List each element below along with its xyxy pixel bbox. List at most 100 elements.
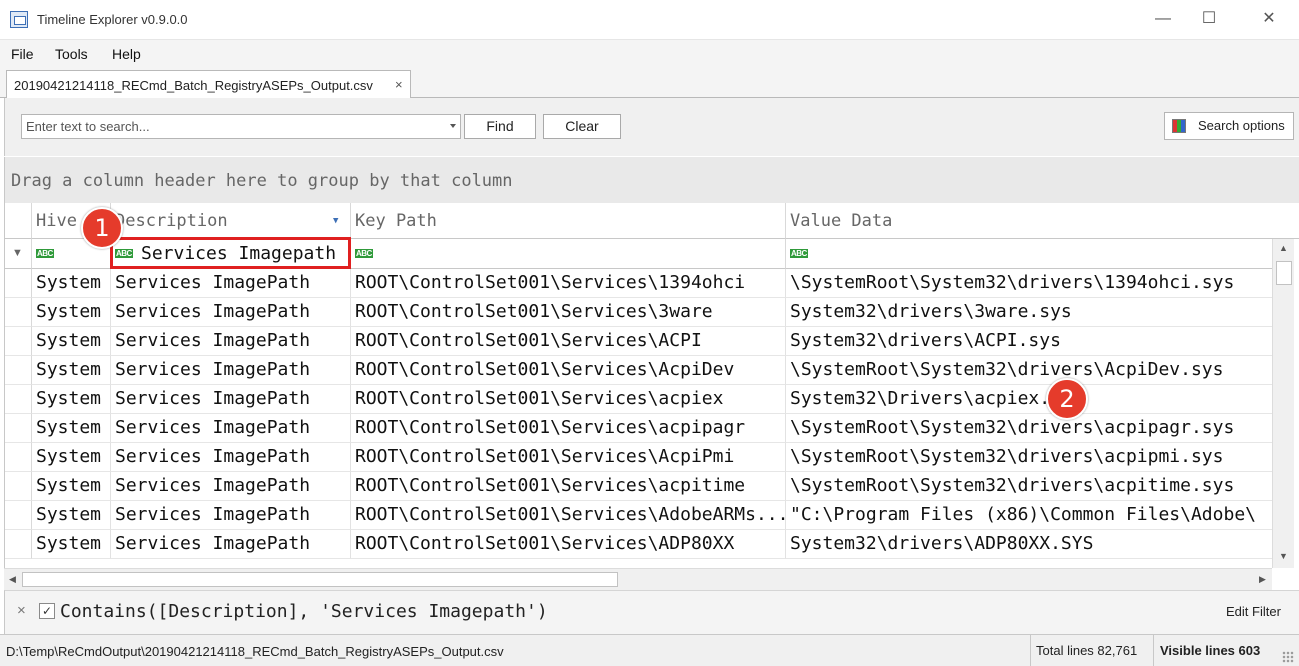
cell-value-data[interactable]: System32\drivers\ACPI.sys — [786, 327, 1275, 356]
horizontal-scrollbar[interactable]: ◀ ▶ — [4, 568, 1272, 590]
cell-description[interactable]: Services ImagePath — [111, 530, 351, 559]
close-window-button[interactable]: ✕ — [1246, 0, 1292, 40]
find-button[interactable]: Find — [464, 114, 536, 139]
edit-filter-button[interactable]: Edit Filter — [1226, 604, 1281, 619]
cell-value-data[interactable]: System32\drivers\3ware.sys — [786, 298, 1275, 327]
cell-hive[interactable]: System — [32, 385, 111, 414]
column-header-description[interactable]: Description ▼ — [111, 203, 351, 239]
cell-key-path[interactable]: ROOT\ControlSet001\Services\3ware — [351, 298, 786, 327]
group-by-panel[interactable]: Drag a column header here to group by th… — [4, 157, 1299, 203]
row-indicator[interactable] — [5, 327, 32, 356]
maximize-button[interactable]: ☐ — [1186, 0, 1232, 40]
menu-help[interactable]: Help — [112, 46, 141, 62]
cell-description[interactable]: Services ImagePath — [111, 269, 351, 298]
filter-cell-key-path[interactable]: ABC — [351, 239, 786, 269]
search-box[interactable] — [21, 114, 461, 139]
cell-value-data[interactable]: \SystemRoot\System32\drivers\AcpiDev.sys — [786, 356, 1275, 385]
cell-key-path[interactable]: ROOT\ControlSet001\Services\AcpiDev — [351, 356, 786, 385]
row-indicator[interactable] — [5, 530, 32, 559]
cell-hive[interactable]: System — [32, 356, 111, 385]
vertical-scrollbar[interactable]: ▲ ▼ — [1272, 239, 1294, 568]
scroll-left-icon[interactable]: ◀ — [9, 574, 16, 585]
column-header-description-label: Description — [115, 211, 228, 231]
cell-description[interactable]: Services ImagePath — [111, 327, 351, 356]
cell-key-path[interactable]: ROOT\ControlSet001\Services\1394ohci — [351, 269, 786, 298]
menu-bar: File Tools Help — [0, 40, 1299, 68]
column-header-value-data[interactable]: Value Data — [786, 203, 1299, 239]
cell-description[interactable]: Services ImagePath — [111, 414, 351, 443]
status-total-lines: Total lines 82,761 — [1030, 635, 1153, 666]
filter-expression[interactable]: Contains([Description], 'Services Imagep… — [60, 601, 548, 622]
cell-value-data[interactable]: \SystemRoot\System32\drivers\acpipmi.sys — [786, 443, 1275, 472]
cell-key-path[interactable]: ROOT\ControlSet001\Services\AdobeARMs... — [351, 501, 786, 530]
cell-key-path[interactable]: ROOT\ControlSet001\Services\ADP80XX — [351, 530, 786, 559]
filter-enabled-checkbox[interactable]: ✓ — [39, 603, 55, 619]
cell-key-path[interactable]: ROOT\ControlSet001\Services\acpitime — [351, 472, 786, 501]
cell-description[interactable]: Services ImagePath — [111, 356, 351, 385]
row-indicator[interactable] — [5, 385, 32, 414]
row-indicator[interactable] — [5, 298, 32, 327]
scroll-down-icon[interactable]: ▼ — [1279, 551, 1288, 561]
row-indicator[interactable] — [5, 472, 32, 501]
filter-active-icon[interactable]: ▼ — [333, 203, 338, 238]
window-title: Timeline Explorer v0.9.0.0 — [37, 12, 188, 27]
cell-description[interactable]: Services ImagePath — [111, 501, 351, 530]
cell-hive[interactable]: System — [32, 414, 111, 443]
filter-cell-value-data[interactable]: ABC — [786, 239, 1275, 269]
search-options-label: Search options — [1198, 118, 1285, 133]
cell-hive[interactable]: System — [32, 472, 111, 501]
menu-file[interactable]: File — [11, 46, 34, 62]
row-indicator[interactable] — [5, 269, 32, 298]
cell-hive[interactable]: System — [32, 501, 111, 530]
filter-funnel-icon: ▼ — [12, 247, 23, 259]
text-filter-icon: ABC — [790, 249, 808, 258]
search-dropdown-icon[interactable] — [450, 124, 456, 128]
cell-value-data[interactable]: System32\drivers\ADP80XX.SYS — [786, 530, 1275, 559]
tab-label: 20190421214118_RECmd_Batch_RegistryASEPs… — [14, 78, 373, 93]
cell-description[interactable]: Services ImagePath — [111, 385, 351, 414]
tab-close-icon[interactable]: × — [395, 77, 403, 92]
cell-description[interactable]: Services ImagePath — [111, 472, 351, 501]
tab-strip: 20190421214118_RECmd_Batch_RegistryASEPs… — [0, 68, 1299, 99]
cell-key-path[interactable]: ROOT\ControlSet001\Services\acpiex — [351, 385, 786, 414]
cell-hive[interactable]: System — [32, 327, 111, 356]
filter-panel: × ✓ Contains([Description], 'Services Im… — [4, 590, 1299, 634]
text-filter-icon: ABC — [355, 249, 373, 258]
status-visible-lines: Visible lines 603 — [1153, 635, 1277, 666]
cell-description[interactable]: Services ImagePath — [111, 443, 351, 472]
resize-grip-icon[interactable] — [1282, 651, 1294, 663]
cell-value-data[interactable]: \SystemRoot\System32\drivers\1394ohci.sy… — [786, 269, 1275, 298]
search-input[interactable] — [22, 115, 442, 138]
row-indicator[interactable] — [5, 414, 32, 443]
cell-description[interactable]: Services ImagePath — [111, 298, 351, 327]
cell-hive[interactable]: System — [32, 269, 111, 298]
cell-hive[interactable]: System — [32, 298, 111, 327]
cell-value-data[interactable]: \SystemRoot\System32\drivers\acpipagr.sy… — [786, 414, 1275, 443]
clear-button[interactable]: Clear — [543, 114, 621, 139]
cell-value-data[interactable]: System32\Drivers\acpiex.sys — [786, 385, 1275, 414]
cell-key-path[interactable]: ROOT\ControlSet001\Services\ACPI — [351, 327, 786, 356]
minimize-button[interactable]: — — [1140, 0, 1186, 40]
vertical-scroll-thumb[interactable] — [1276, 261, 1292, 285]
horizontal-scroll-thumb[interactable] — [22, 572, 618, 587]
filter-row-indicator: ▼ — [5, 239, 32, 269]
annotation-highlight-box — [110, 237, 351, 269]
menu-tools[interactable]: Tools — [55, 46, 88, 62]
file-tab[interactable]: 20190421214118_RECmd_Batch_RegistryASEPs… — [6, 70, 411, 99]
search-options-button[interactable]: Search options — [1164, 112, 1294, 140]
clear-filter-icon[interactable]: × — [17, 602, 26, 619]
cell-key-path[interactable]: ROOT\ControlSet001\Services\AcpiPmi — [351, 443, 786, 472]
cell-value-data[interactable]: \SystemRoot\System32\drivers\acpitime.sy… — [786, 472, 1275, 501]
cell-value-data[interactable]: "C:\Program Files (x86)\Common Files\Ado… — [786, 501, 1275, 530]
text-filter-icon: ABC — [36, 249, 54, 258]
column-header-key-path[interactable]: Key Path — [351, 203, 786, 239]
cell-key-path[interactable]: ROOT\ControlSet001\Services\acpipagr — [351, 414, 786, 443]
row-indicator[interactable] — [5, 443, 32, 472]
scroll-right-icon[interactable]: ▶ — [1259, 574, 1266, 585]
cell-hive[interactable]: System — [32, 443, 111, 472]
cell-hive[interactable]: System — [32, 530, 111, 559]
row-indicator[interactable] — [5, 356, 32, 385]
title-bar: Timeline Explorer v0.9.0.0 — ☐ ✕ — [0, 0, 1299, 40]
scroll-up-icon[interactable]: ▲ — [1279, 243, 1288, 253]
row-indicator[interactable] — [5, 501, 32, 530]
